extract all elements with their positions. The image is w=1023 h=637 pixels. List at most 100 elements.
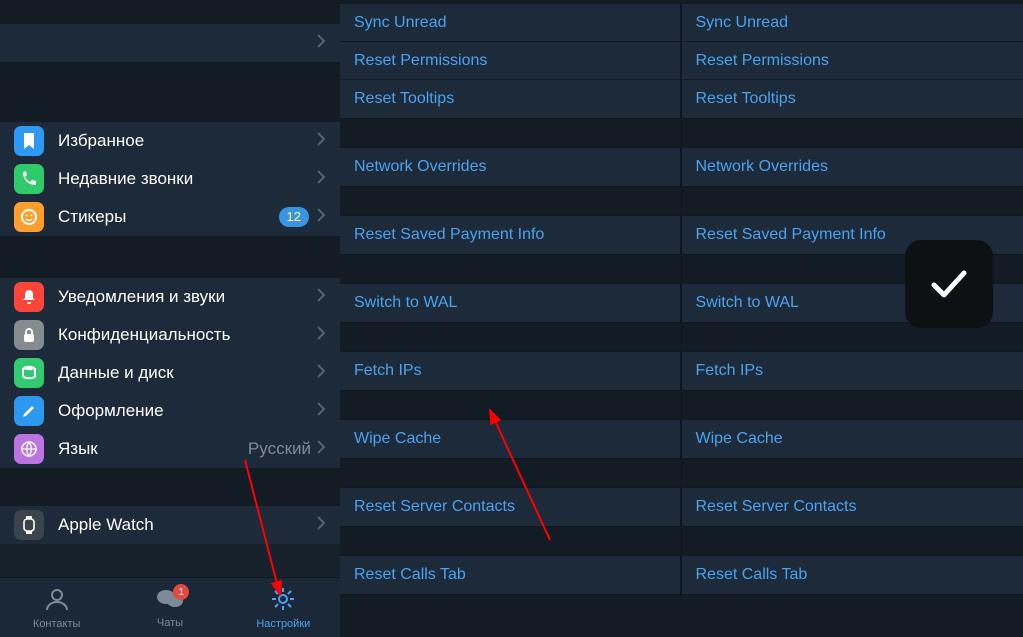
sidebar-top-space (0, 0, 340, 24)
debug-group: Sync UnreadReset PermissionsReset Toolti… (340, 4, 682, 119)
debug-gap (340, 459, 682, 487)
chevron-right-icon (317, 440, 326, 459)
debug-action[interactable]: Reset Permissions (340, 42, 681, 80)
debug-action[interactable]: Reset Tooltips (340, 80, 681, 118)
badge-count: 12 (279, 207, 309, 227)
sidebar-item-value: Русский (248, 439, 311, 459)
tab-label: Чаты (157, 617, 183, 629)
sidebar-group-3: Apple Watch (0, 506, 340, 544)
checkmark-icon (926, 261, 972, 307)
debug-group: Reset Saved Payment Info (340, 215, 682, 255)
debug-gap (682, 187, 1023, 215)
sidebar: Избранное Недавние звонки Стикеры (0, 0, 340, 637)
debug-group: Reset Calls Tab (682, 555, 1023, 595)
debug-action[interactable]: Wipe Cache (340, 420, 681, 458)
chevron-right-icon (317, 132, 326, 151)
tab-settings[interactable]: Настройки (227, 578, 340, 637)
debug-gap (340, 323, 682, 351)
chevron-right-icon (317, 170, 326, 189)
sidebar-item-saved[interactable]: Избранное (0, 122, 340, 160)
tab-chats[interactable]: 1 Чаты (113, 578, 226, 637)
sidebar-item-label: Стикеры (58, 207, 279, 227)
debug-action[interactable]: Network Overrides (682, 148, 1023, 186)
debug-action[interactable]: Reset Calls Tab (682, 556, 1023, 594)
gear-icon (270, 586, 296, 616)
debug-group: Fetch IPs (682, 351, 1023, 391)
debug-action[interactable]: Reset Saved Payment Info (340, 216, 681, 254)
sidebar-item-label: Язык (58, 439, 248, 459)
debug-group: Wipe Cache (682, 419, 1023, 459)
debug-action[interactable]: Reset Server Contacts (682, 488, 1023, 526)
sidebar-item-notifications[interactable]: Уведомления и звуки (0, 278, 340, 316)
sidebar-item-apple-watch[interactable]: Apple Watch (0, 506, 340, 544)
sidebar-item-stickers[interactable]: Стикеры 12 (0, 198, 340, 236)
sidebar-item-label: Недавние звонки (58, 169, 317, 189)
sidebar-item-appearance[interactable]: Оформление (0, 392, 340, 430)
lock-icon (14, 320, 44, 350)
debug-gap (340, 187, 682, 215)
sidebar-separator (0, 468, 340, 506)
sidebar-group-1: Избранное Недавние звонки Стикеры (0, 122, 340, 236)
debug-action[interactable]: Fetch IPs (340, 352, 681, 390)
chevron-right-icon (317, 516, 326, 535)
chevron-right-icon (317, 288, 326, 307)
sidebar-item-data[interactable]: Данные и диск (0, 354, 340, 392)
chevron-right-icon (317, 402, 326, 421)
tab-label: Контакты (33, 618, 81, 630)
tab-contacts[interactable]: Контакты (0, 578, 113, 637)
sidebar-separator (0, 236, 340, 278)
bookmark-icon (14, 126, 44, 156)
bell-icon (14, 282, 44, 312)
debug-action[interactable]: Network Overrides (340, 148, 681, 186)
debug-content: Sync UnreadReset PermissionsReset Toolti… (340, 0, 1023, 637)
debug-group: Network Overrides (340, 147, 682, 187)
tabbar: Контакты 1 Чаты Настройки (0, 577, 340, 637)
sticker-icon (14, 202, 44, 232)
debug-group: Fetch IPs (340, 351, 682, 391)
debug-gap (340, 391, 682, 419)
globe-icon (14, 434, 44, 464)
debug-gap (340, 119, 682, 147)
debug-action[interactable]: Switch to WAL (340, 284, 681, 322)
tab-label: Настройки (256, 618, 310, 630)
debug-group: Sync UnreadReset PermissionsReset Toolti… (682, 4, 1023, 119)
debug-group: Reset Server Contacts (682, 487, 1023, 527)
watch-icon (14, 510, 44, 540)
brush-icon (14, 396, 44, 426)
debug-gap (682, 459, 1023, 487)
debug-group: Switch to WAL (340, 283, 682, 323)
debug-action[interactable]: Reset Tooltips (682, 80, 1023, 118)
sidebar-group-2: Уведомления и звуки Конфиденциальность Д (0, 278, 340, 468)
sidebar-item-privacy[interactable]: Конфиденциальность (0, 316, 340, 354)
sidebar-item-label: Избранное (58, 131, 317, 151)
debug-action[interactable]: Fetch IPs (682, 352, 1023, 390)
debug-action[interactable]: Reset Permissions (682, 42, 1023, 80)
contacts-icon (44, 586, 70, 616)
sidebar-top-blank-row[interactable] (0, 24, 340, 62)
debug-group: Reset Server Contacts (340, 487, 682, 527)
debug-column-1: Sync UnreadReset PermissionsReset Toolti… (340, 0, 682, 637)
sidebar-item-label: Apple Watch (58, 515, 317, 535)
sidebar-item-label: Конфиденциальность (58, 325, 317, 345)
debug-group: Reset Calls Tab (340, 555, 682, 595)
debug-action[interactable]: Reset Server Contacts (340, 488, 681, 526)
debug-action[interactable]: Sync Unread (340, 4, 681, 42)
debug-gap (340, 527, 682, 555)
sidebar-item-label: Уведомления и звуки (58, 287, 317, 307)
debug-action[interactable]: Sync Unread (682, 4, 1023, 42)
sidebar-item-label: Оформление (58, 401, 317, 421)
debug-action[interactable]: Reset Calls Tab (340, 556, 681, 594)
chevron-right-icon (317, 326, 326, 345)
sidebar-item-recent-calls[interactable]: Недавние звонки (0, 160, 340, 198)
phone-icon (14, 164, 44, 194)
chevron-right-icon (317, 208, 326, 227)
debug-gap (682, 391, 1023, 419)
database-icon (14, 358, 44, 388)
debug-group: Wipe Cache (340, 419, 682, 459)
tab-badge: 1 (173, 584, 189, 600)
debug-gap (340, 255, 682, 283)
debug-gap (682, 527, 1023, 555)
debug-gap (682, 119, 1023, 147)
sidebar-item-language[interactable]: Язык Русский (0, 430, 340, 468)
debug-action[interactable]: Wipe Cache (682, 420, 1023, 458)
